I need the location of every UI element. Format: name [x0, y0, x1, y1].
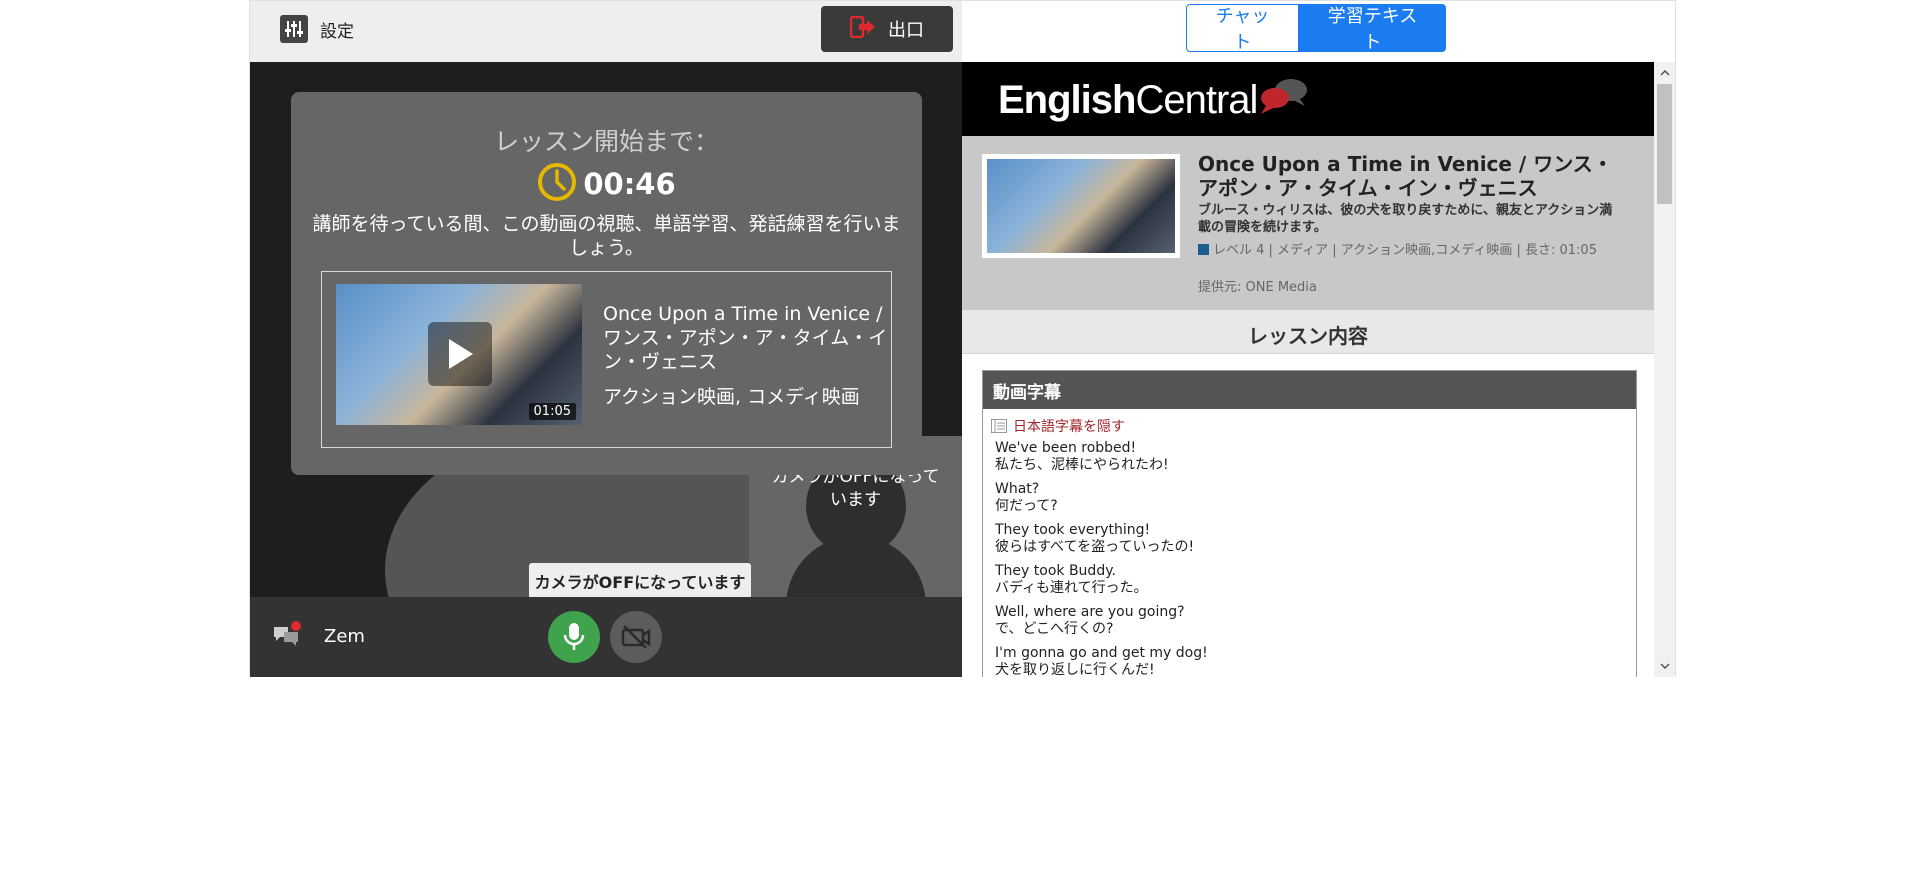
subtitle-list: We've been robbed! 私たち、泥棒にやられたわ! What? 何… — [983, 436, 1636, 677]
scroll-thumb[interactable] — [1657, 84, 1672, 204]
scrollbar[interactable] — [1654, 62, 1675, 677]
brand-bar: EnglishCentral — [962, 62, 1654, 136]
lesson-provider: 提供元: ONE Media — [1198, 280, 1317, 295]
lesson-app: 設定 出口 カメラがOFFになっています レッスン開始まで： 00:46 講師を… — [249, 0, 1676, 677]
study-text-panel: EnglishCentral Once Upon a Time in Venic… — [962, 62, 1654, 677]
right-tab-bar: チャット 学習テキスト — [962, 1, 1675, 62]
tab-study-text[interactable]: 学習テキスト — [1299, 4, 1446, 53]
play-button[interactable] — [428, 322, 492, 386]
user-name: Zem — [324, 626, 365, 647]
level-icon — [1198, 244, 1209, 255]
sliders-icon — [280, 15, 308, 43]
subtitles-header: 動画字幕 — [983, 371, 1636, 409]
lesson-meta: レベル 4 | メディア | アクション映画,コメディ映画 | 長さ: 01:0… — [1198, 242, 1618, 259]
self-silhouette-body — [786, 536, 926, 597]
settings-label: 設定 — [320, 21, 354, 42]
video-thumbnail[interactable]: 01:05 — [336, 284, 582, 425]
chat-notification-icon[interactable] — [272, 621, 302, 649]
list-item[interactable]: What? 何だって? — [995, 481, 1636, 515]
countdown-card: レッスン開始まで： 00:46 講師を待っている間、この動画の視聴、単語学習、発… — [291, 92, 922, 475]
list-item[interactable]: Well, where are you going? で、どこへ行くの? — [995, 604, 1636, 638]
scroll-down-icon[interactable] — [1654, 655, 1675, 677]
exit-label: 出口 — [888, 20, 924, 41]
list-item[interactable]: We've been robbed! 私たち、泥棒にやられたわ! — [995, 440, 1636, 474]
lesson-content-section: レッスン内容 — [962, 310, 1654, 354]
lesson-title: Once Upon a Time in Venice / ワンス・アポン・ア・タ… — [1198, 152, 1613, 200]
exit-button[interactable]: 出口 — [821, 6, 953, 52]
video-genre: アクション映画, コメディ映画 — [603, 386, 860, 408]
hide-japanese-toggle[interactable]: 日本語字幕を隠す — [983, 409, 1636, 436]
lesson-description: ブルース・ウィリスは、彼の犬を取り戻すために、親友とアクション満載の冒険を続けま… — [1198, 203, 1613, 235]
list-icon — [991, 419, 1007, 433]
clock-icon — [537, 162, 577, 206]
teacher-video-area: カメラがOFFになっています レッスン開始まで： 00:46 講師を待っている間… — [250, 62, 962, 597]
video-duration: 01:05 — [528, 403, 576, 420]
microphone-icon — [563, 623, 585, 650]
section-title: レッスン内容 — [1248, 324, 1368, 348]
exit-icon — [849, 15, 876, 43]
timer-row: 00:46 — [291, 162, 922, 206]
tab-group: チャット 学習テキスト — [1186, 4, 1446, 53]
microphone-button[interactable] — [548, 611, 600, 663]
camera-off-tooltip: カメラがOFFになっています — [529, 563, 751, 599]
video-card[interactable]: 01:05 Once Upon a Time in Venice / ワンス・ア… — [321, 271, 892, 448]
play-icon — [449, 339, 473, 369]
lesson-info-panel: Once Upon a Time in Venice / ワンス・アポン・ア・タ… — [962, 136, 1654, 310]
left-header: 設定 出口 — [250, 1, 962, 62]
camera-toggle-button[interactable] — [610, 611, 662, 663]
countdown-title: レッスン開始まで： — [493, 127, 719, 156]
list-item[interactable]: They took everything! 彼らはすべてを盗っていったの! — [995, 522, 1636, 556]
englishcentral-logo: EnglishCentral — [998, 78, 1258, 122]
subtitles-box: 動画字幕 日本語字幕を隠す We've been robbed! 私たち、泥棒に… — [982, 370, 1637, 677]
lesson-thumbnail[interactable] — [982, 154, 1180, 258]
list-item[interactable]: They took Buddy. バディも連れて行った。 — [995, 563, 1636, 597]
tab-chat[interactable]: チャット — [1186, 4, 1299, 53]
settings-button[interactable]: 設定 — [280, 15, 354, 43]
video-title[interactable]: Once Upon a Time in Venice / ワンス・アポン・ア・タ… — [603, 302, 888, 374]
hide-japanese-label: 日本語字幕を隠す — [1013, 419, 1125, 435]
countdown-message: 講師を待っている間、この動画の視聴、単語学習、発話練習を行いましょう。 — [312, 213, 901, 259]
list-item[interactable]: I'm gonna go and get my dog! 犬を取り返しに行くんだ… — [995, 645, 1636, 677]
bottom-control-bar: Zem — [250, 597, 962, 677]
countdown-timer: 00:46 — [583, 167, 676, 201]
camera-off-icon — [621, 625, 651, 649]
speech-bubbles-icon — [1257, 76, 1309, 120]
scroll-up-icon[interactable] — [1654, 62, 1675, 84]
